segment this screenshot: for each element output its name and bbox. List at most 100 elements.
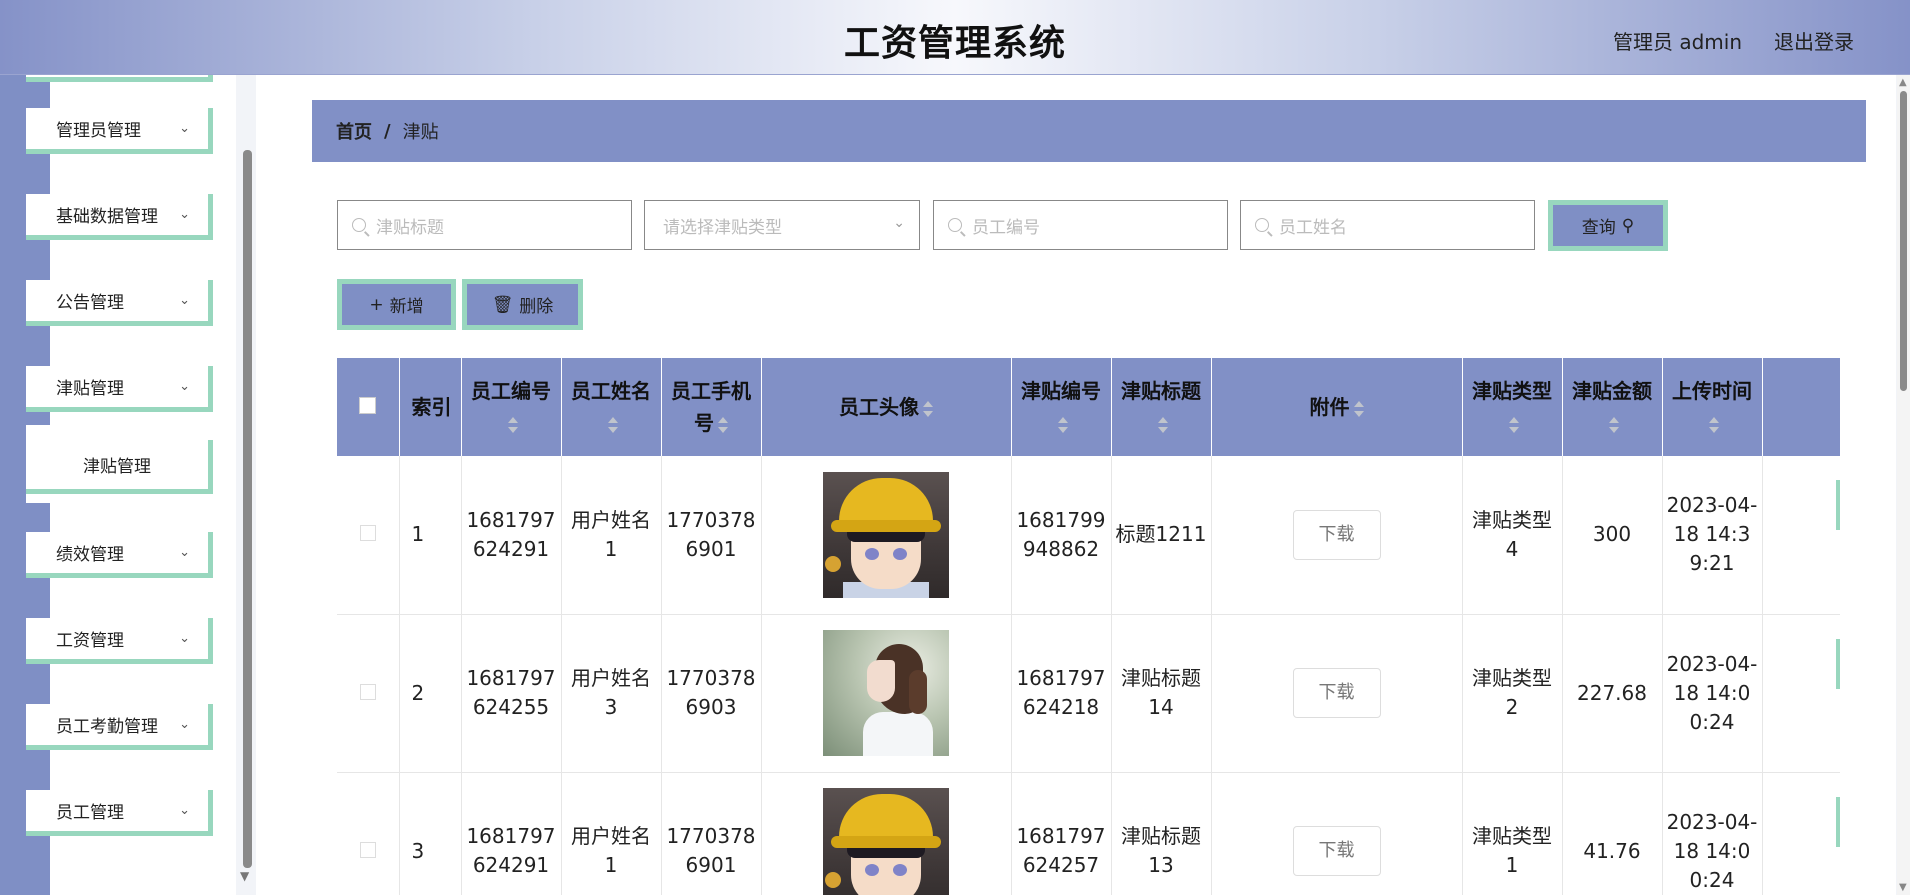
allowance-type-select[interactable]: 请选择津贴类型 ⌄ xyxy=(644,200,920,250)
sort-icon[interactable] xyxy=(1509,416,1519,433)
scrollbar-thumb[interactable] xyxy=(1900,91,1907,391)
index-cell: 1 xyxy=(399,456,462,615)
column-header-emp-name[interactable]: 员工姓名 xyxy=(561,358,662,456)
sidebar-item-employee[interactable]: 员工管理 ⌄ xyxy=(26,790,213,836)
sidebar-scrollbar[interactable] xyxy=(243,150,252,868)
scroll-up-arrow-icon[interactable]: ▲ xyxy=(1899,77,1907,88)
employee-avatar[interactable] xyxy=(823,471,949,598)
chevron-down-icon: ⌄ xyxy=(179,121,190,136)
title-cell: 标题1211 xyxy=(1111,456,1212,615)
column-header-attachment[interactable]: 附件 xyxy=(1211,358,1463,456)
sidebar-item-base-data[interactable]: 基础数据管理 ⌄ xyxy=(26,194,213,240)
chevron-down-icon: ⌄ xyxy=(893,215,905,231)
sort-icon[interactable] xyxy=(1609,416,1619,433)
sort-icon[interactable] xyxy=(1058,416,1068,433)
allowance-table: 索引 员工编号 员工姓名 员工手机号 员工头像 津贴编号 津贴标题 附件 津贴类… xyxy=(337,358,1840,895)
sidebar-item-notice[interactable]: 公告管理 ⌄ xyxy=(26,280,213,326)
row-select-cell xyxy=(337,614,400,773)
submenu-item-allowance[interactable]: 津贴管理 xyxy=(26,440,213,494)
allowance-no-cell: 1681797624257 xyxy=(1011,772,1112,895)
employee-avatar[interactable] xyxy=(823,788,949,895)
search-icon xyxy=(948,218,962,232)
index-cell: 3 xyxy=(399,772,462,895)
page-scrollbar[interactable]: ▲ ▼ xyxy=(1897,75,1910,895)
logout-link[interactable]: 退出登录 xyxy=(1774,26,1854,55)
chevron-down-icon: ⌄ xyxy=(179,717,190,732)
amount-cell: 300 xyxy=(1562,456,1663,615)
delete-button[interactable]: 🗑 删除 xyxy=(462,279,583,330)
attachment-cell: 下载 xyxy=(1211,614,1463,773)
sort-icon[interactable] xyxy=(718,416,728,433)
current-user-label: 管理员 admin xyxy=(1612,30,1742,54)
column-header-index: 索引 xyxy=(399,358,462,456)
column-header-allowance-no[interactable]: 津贴编号 xyxy=(1011,358,1112,456)
allowance-title-search-input[interactable]: 津贴标题 xyxy=(337,200,632,250)
operations-cell xyxy=(1762,772,1840,895)
emp-name-cell: 用户姓名1 xyxy=(561,456,662,615)
avatar-cell xyxy=(761,772,1012,895)
column-header-upload-time[interactable]: 上传时间 xyxy=(1662,358,1763,456)
add-button-label: 新增 xyxy=(389,297,424,317)
sort-icon[interactable] xyxy=(1158,416,1168,433)
chevron-down-icon: ⌄ xyxy=(179,545,190,560)
table-header-row: 索引 员工编号 员工姓名 员工手机号 员工头像 津贴编号 津贴标题 附件 津贴类… xyxy=(337,358,1840,456)
type-cell: 津贴类型1 xyxy=(1462,772,1563,895)
download-button[interactable]: 下载 xyxy=(1292,668,1381,718)
sidebar-item-label: 津贴管理 xyxy=(56,379,124,399)
column-header-operations xyxy=(1762,358,1840,456)
upload-time-cell: 2023-04-18 14:00:24 xyxy=(1662,772,1763,895)
sort-icon[interactable] xyxy=(1709,416,1719,433)
type-cell: 津贴类型2 xyxy=(1462,614,1563,773)
employee-number-placeholder: 员工编号 xyxy=(972,217,1040,238)
emp-no-cell: 1681797624255 xyxy=(461,614,562,773)
search-icon: ⚲ xyxy=(1621,215,1635,236)
employee-avatar[interactable] xyxy=(823,630,949,756)
sort-icon[interactable] xyxy=(508,416,518,433)
column-header-title[interactable]: 津贴标题 xyxy=(1111,358,1212,456)
column-header-type[interactable]: 津贴类型 xyxy=(1462,358,1563,456)
avatar-cell xyxy=(761,456,1012,615)
row-checkbox[interactable] xyxy=(359,683,376,700)
employee-name-search-input[interactable]: 员工姓名 xyxy=(1240,200,1535,250)
column-header-phone[interactable]: 员工手机号 xyxy=(661,358,762,456)
sort-icon[interactable] xyxy=(608,416,618,433)
query-button[interactable]: 查询 ⚲ xyxy=(1548,200,1668,251)
select-all-checkbox[interactable] xyxy=(359,397,377,414)
phone-cell: 17703786901 xyxy=(661,772,762,895)
query-button-label: 查询 xyxy=(1581,218,1616,238)
allowance-type-placeholder: 请选择津贴类型 xyxy=(663,217,782,238)
sidebar-item-partial[interactable] xyxy=(26,75,213,82)
row-action-button-partial[interactable] xyxy=(1836,796,1840,847)
row-action-button-partial[interactable] xyxy=(1836,480,1840,530)
sort-icon[interactable] xyxy=(1353,400,1364,417)
index-cell: 2 xyxy=(399,614,462,773)
add-button[interactable]: + 新增 xyxy=(337,279,456,330)
column-header-amount[interactable]: 津贴金额 xyxy=(1562,358,1663,456)
sidebar-item-salary[interactable]: 工资管理 ⌄ xyxy=(26,618,213,664)
sidebar-item-attendance[interactable]: 员工考勤管理 ⌄ xyxy=(26,704,213,750)
sidebar-item-label: 公告管理 xyxy=(56,293,124,313)
row-action-button-partial[interactable] xyxy=(1836,638,1840,689)
scroll-down-arrow-icon[interactable]: ▼ xyxy=(240,869,249,883)
search-icon xyxy=(1255,218,1269,232)
employee-number-search-input[interactable]: 员工编号 xyxy=(933,200,1228,250)
download-button[interactable]: 下载 xyxy=(1292,509,1381,560)
sidebar-item-allowance[interactable]: 津贴管理 ⌄ xyxy=(26,366,213,412)
title-cell: 津贴标题14 xyxy=(1111,614,1212,773)
row-select-cell xyxy=(337,456,400,615)
scroll-down-arrow-icon[interactable]: ▼ xyxy=(1899,882,1907,893)
sidebar-item-label: 工资管理 xyxy=(56,631,124,651)
table-row: 3 1681797624291 用户姓名1 17703786901 168179… xyxy=(337,772,1840,895)
breadcrumb-home[interactable]: 首页 xyxy=(336,118,372,144)
download-button[interactable]: 下载 xyxy=(1292,826,1381,876)
sidebar-item-performance[interactable]: 绩效管理 ⌄ xyxy=(26,532,213,578)
column-header-emp-no[interactable]: 员工编号 xyxy=(461,358,562,456)
chevron-down-icon: ⌄ xyxy=(179,207,190,222)
sort-icon[interactable] xyxy=(923,400,933,417)
column-header-avatar[interactable]: 员工头像 xyxy=(761,358,1012,456)
row-checkbox[interactable] xyxy=(359,525,376,542)
attachment-cell: 下载 xyxy=(1211,456,1463,615)
chevron-down-icon: ⌄ xyxy=(179,631,190,646)
sidebar-item-admin[interactable]: 管理员管理 ⌄ xyxy=(26,108,213,154)
row-checkbox[interactable] xyxy=(359,841,376,858)
